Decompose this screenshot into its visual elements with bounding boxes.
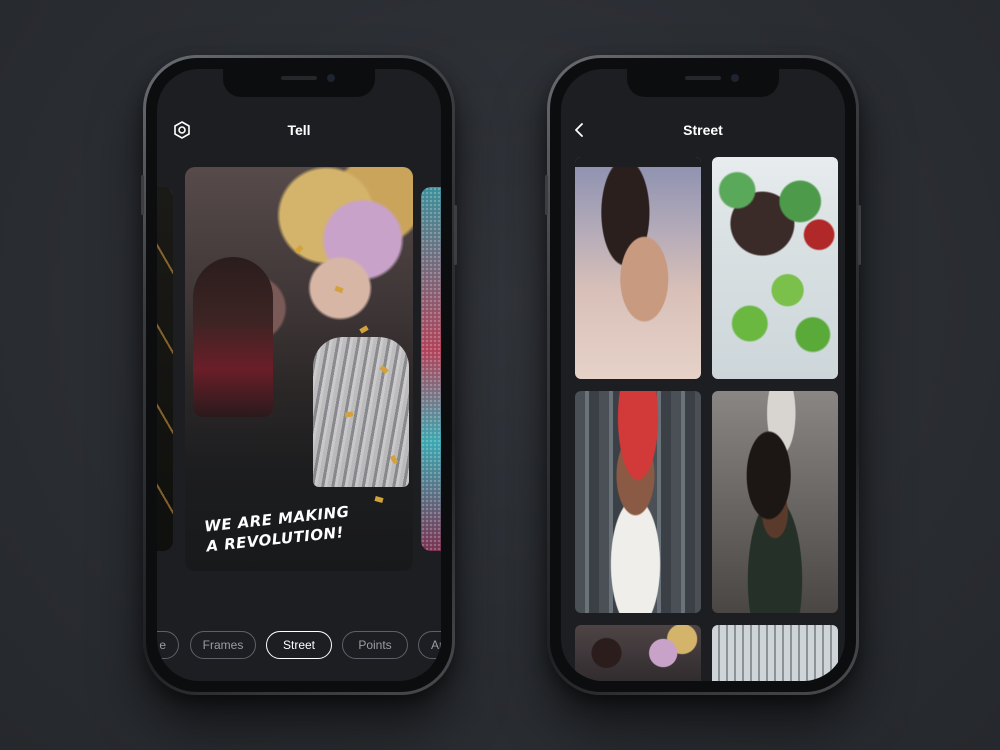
- template-tile[interactable]: [712, 625, 838, 681]
- mockup-stage: Tell WE ARE MAKING A REVOLUTION! e Frame…: [0, 0, 1000, 750]
- chip-next[interactable]: Ar: [418, 631, 441, 659]
- screen-street: Street: [561, 69, 845, 681]
- screen-tell: Tell WE ARE MAKING A REVOLUTION! e Frame…: [157, 69, 441, 681]
- confetti: [359, 325, 369, 334]
- template-tile[interactable]: [575, 391, 701, 613]
- confetti: [294, 244, 304, 255]
- chip-frames[interactable]: Frames: [190, 631, 256, 659]
- phone-right: Street: [545, 55, 861, 695]
- front-camera: [731, 74, 739, 82]
- chip-street[interactable]: Street: [266, 631, 332, 659]
- notch: [627, 69, 779, 97]
- speaker: [281, 76, 317, 80]
- filter-chips: e Frames Street Points Ar: [157, 631, 441, 659]
- notch: [223, 69, 375, 97]
- confetti: [374, 496, 384, 503]
- volume-button: [545, 175, 548, 215]
- chip-points[interactable]: Points: [342, 631, 408, 659]
- template-tile[interactable]: [712, 391, 838, 613]
- template-tile[interactable]: [575, 625, 701, 681]
- phone-left: Tell WE ARE MAKING A REVOLUTION! e Frame…: [141, 55, 457, 695]
- template-card-active[interactable]: WE ARE MAKING A REVOLUTION!: [185, 167, 413, 571]
- page-title: Street: [683, 122, 723, 138]
- speaker: [685, 76, 721, 80]
- power-button: [858, 205, 861, 265]
- chip-previous[interactable]: e: [157, 631, 179, 659]
- template-tile[interactable]: [712, 157, 838, 379]
- torn-edge: [575, 157, 701, 167]
- front-camera: [327, 74, 335, 82]
- card-caption: WE ARE MAKING A REVOLUTION!: [203, 502, 351, 556]
- power-button: [454, 205, 457, 265]
- photo-figure: [193, 257, 273, 417]
- page-title: Tell: [287, 122, 311, 138]
- template-tile[interactable]: [575, 157, 701, 379]
- confetti: [334, 285, 344, 294]
- photo-figure: [313, 337, 409, 487]
- volume-button: [141, 175, 144, 215]
- template-card-next[interactable]: [421, 187, 441, 551]
- template-card-previous[interactable]: [157, 187, 173, 551]
